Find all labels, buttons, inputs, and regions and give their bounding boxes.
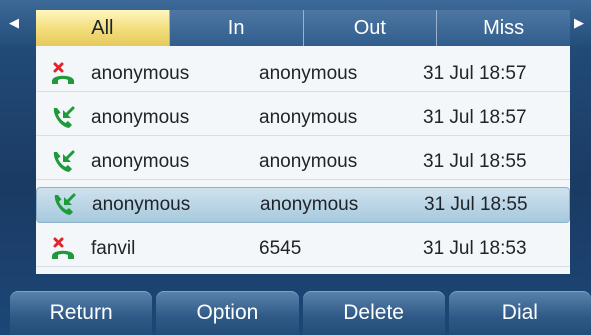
call-list: anonymous anonymous 31 Jul 18:57 anonymo… [36, 46, 570, 274]
call-time: 31 Jul 18:53 [423, 237, 527, 259]
call-row[interactable]: anonymous anonymous 31 Jul 18:57 [36, 56, 570, 92]
return-button[interactable]: Return [10, 291, 153, 335]
caller-number: anonymous [259, 150, 358, 172]
tab-bar: ◀ All In Out Miss ▶ [0, 0, 591, 46]
call-time: 31 Jul 18:57 [423, 106, 527, 128]
tab-all[interactable]: All [36, 10, 169, 46]
caller-number: 6545 [259, 237, 302, 259]
caller-number: anonymous [259, 62, 358, 84]
call-row-selected[interactable]: anonymous anonymous 31 Jul 18:55 [36, 187, 570, 223]
call-time: 31 Jul 18:57 [423, 62, 527, 84]
caller-name: anonymous [91, 62, 190, 84]
tab-in[interactable]: In [169, 10, 303, 46]
option-button[interactable]: Option [156, 291, 299, 335]
caller-name: anonymous [91, 150, 190, 172]
call-row[interactable]: fanvil 6545 31 Jul 18:53 [36, 231, 570, 267]
call-row[interactable]: anonymous anonymous 31 Jul 18:55 [36, 144, 570, 180]
call-time: 31 Jul 18:55 [423, 150, 527, 172]
softkey-bar: Return Option Delete Dial [0, 291, 591, 335]
delete-button[interactable]: Delete [302, 291, 445, 335]
call-time: 31 Jul 18:55 [424, 194, 528, 215]
caller-name: anonymous [92, 194, 191, 215]
incoming-call-icon [50, 105, 76, 131]
tab-list: All In Out Miss [36, 10, 570, 46]
caller-name: fanvil [91, 237, 136, 259]
dial-button[interactable]: Dial [448, 291, 591, 335]
call-row[interactable]: anonymous anonymous 31 Jul 18:57 [36, 100, 570, 136]
tab-out[interactable]: Out [303, 10, 437, 46]
incoming-call-icon [50, 149, 76, 175]
missed-call-icon [50, 61, 76, 87]
caller-number: anonymous [260, 194, 359, 215]
tab-prev-arrow-icon[interactable]: ◀ [4, 9, 24, 37]
caller-name: anonymous [91, 106, 190, 128]
call-log-screen: ◀ All In Out Miss ▶ anonymous anonymous … [0, 0, 591, 335]
incoming-call-icon [51, 192, 77, 218]
tab-next-arrow-icon[interactable]: ▶ [569, 9, 589, 37]
missed-call-icon [50, 236, 76, 262]
tab-miss[interactable]: Miss [437, 10, 570, 46]
caller-number: anonymous [259, 106, 358, 128]
